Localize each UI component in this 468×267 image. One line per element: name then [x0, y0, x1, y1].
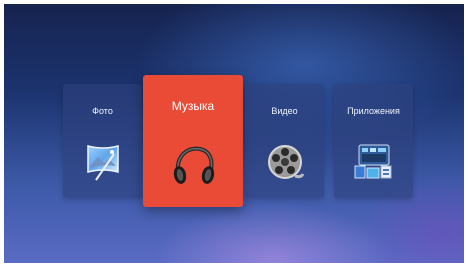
photo-icon: [82, 142, 124, 187]
film-reel-icon: [265, 142, 305, 187]
menu-item-apps[interactable]: Приложения: [334, 84, 413, 198]
menu-item-label: Приложения: [347, 106, 400, 116]
apps-icon: [353, 142, 395, 187]
menu-item-music[interactable]: Музыка: [143, 75, 243, 207]
headphones-icon: [170, 143, 216, 192]
media-menu-screen: Фото Музыка Видео Приложения: [4, 4, 464, 263]
menu-item-photo[interactable]: Фото: [63, 84, 142, 198]
menu-item-label: Видео: [271, 106, 298, 116]
menu-item-label: Фото: [92, 106, 113, 116]
menu-item-label: Музыка: [171, 99, 215, 113]
menu-item-video[interactable]: Видео: [245, 84, 324, 198]
